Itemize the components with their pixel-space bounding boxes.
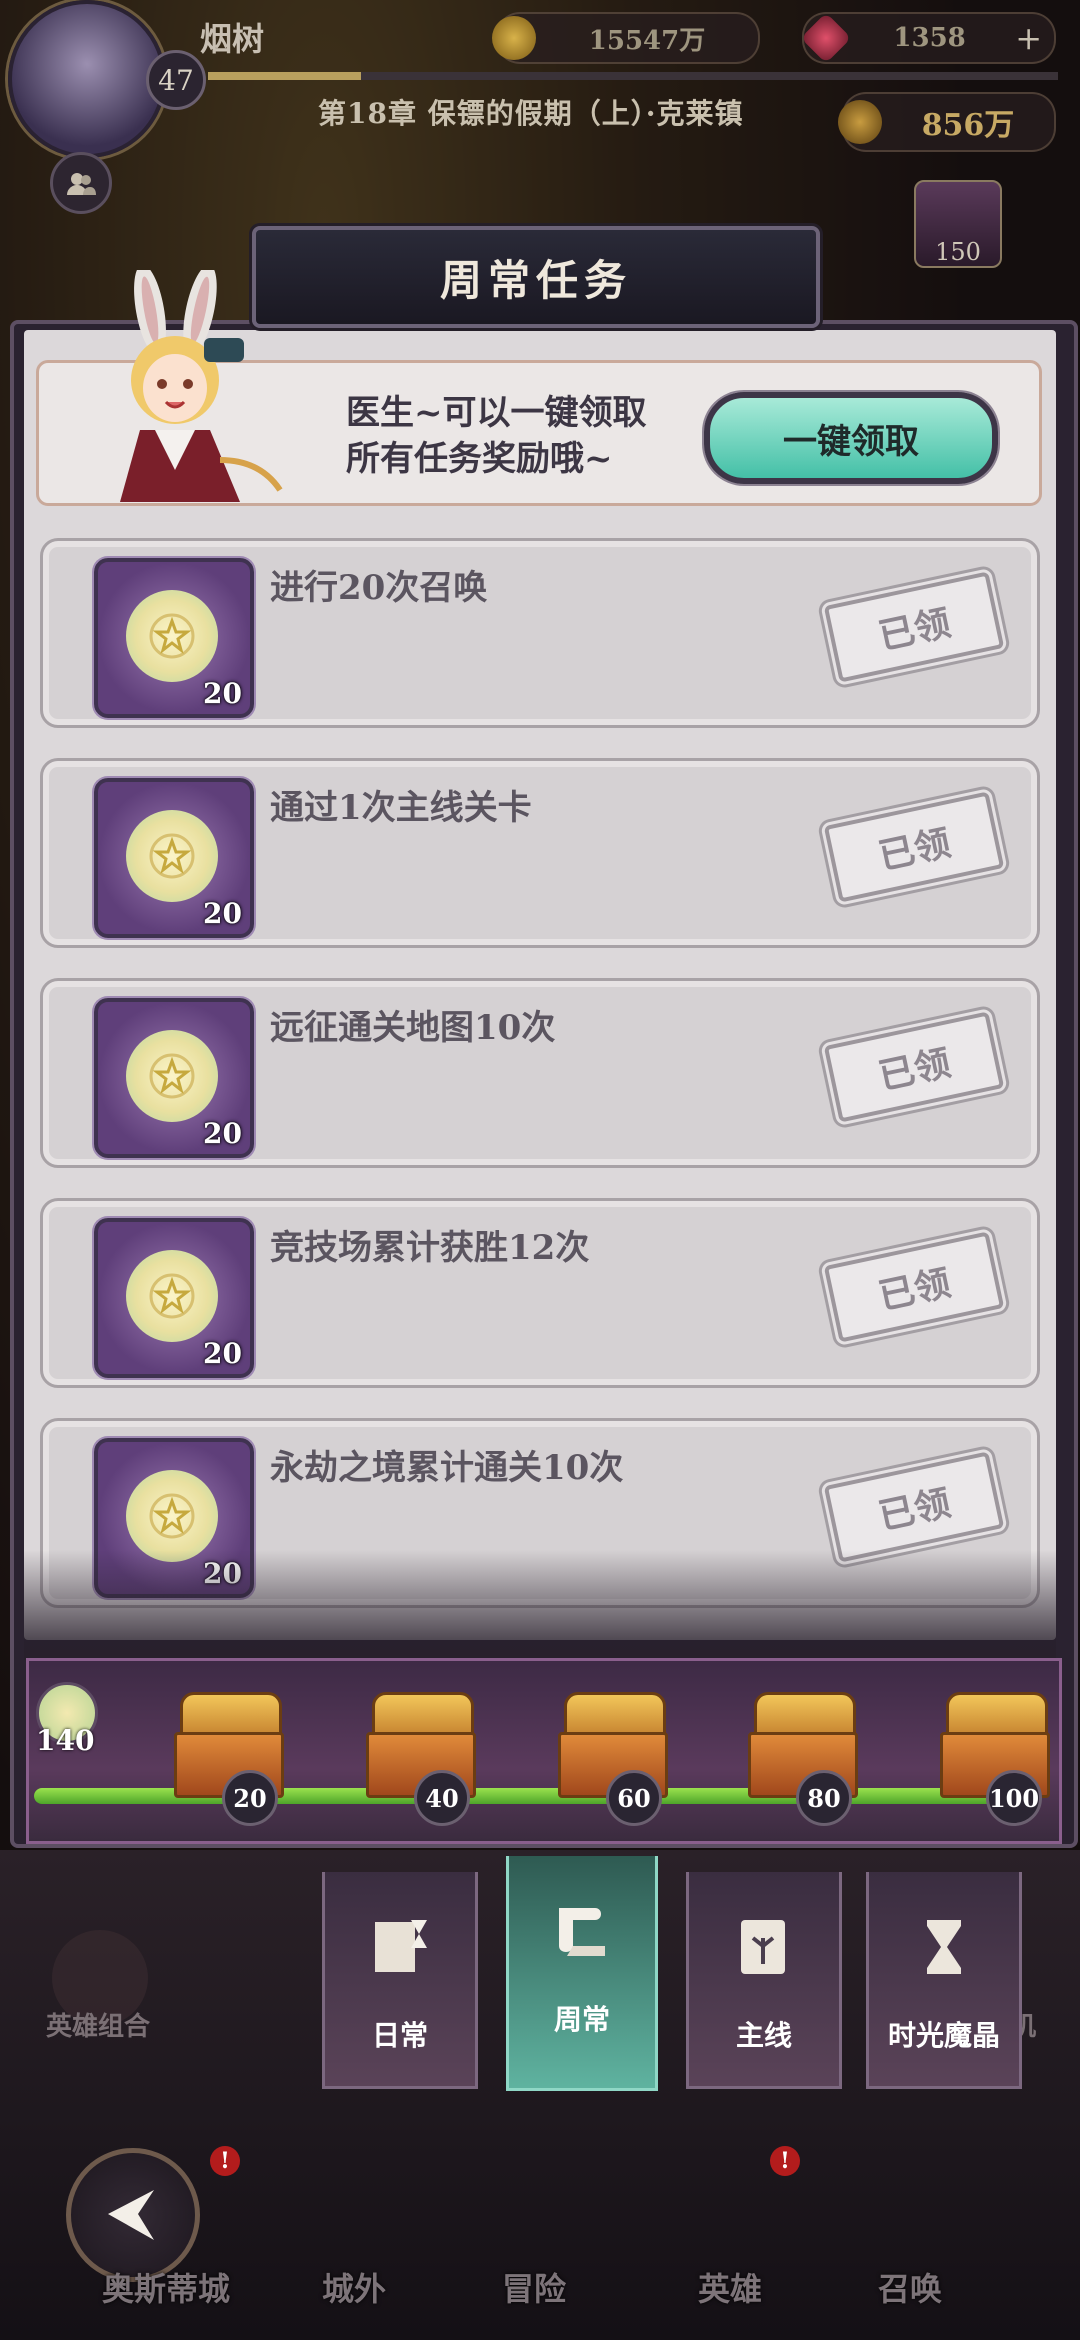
promo-line-1: 医生~可以一键领取 bbox=[346, 393, 647, 433]
panel-title-banner: 周常任务 bbox=[252, 226, 820, 328]
reward-item[interactable]: 20 bbox=[94, 778, 254, 938]
gem-icon bbox=[800, 12, 852, 64]
nav-heroes[interactable]: 英雄 bbox=[698, 2264, 762, 2310]
tab-main-label: 主线 bbox=[735, 2019, 792, 2052]
chapter-title[interactable]: 第18章 保镖的假期（上）·克莱镇 bbox=[318, 92, 743, 132]
alert-badge: ! bbox=[770, 2146, 800, 2176]
tab-weekly-label: 周常 bbox=[553, 2003, 610, 2036]
nav-ostia-city[interactable]: 奥斯蒂城 bbox=[102, 2264, 230, 2310]
reward-quantity: 20 bbox=[203, 1337, 242, 1370]
reward-card[interactable]: 150 bbox=[914, 180, 1002, 268]
scroll-hourglass-icon bbox=[365, 1912, 435, 1982]
tab-time-crystal[interactable]: 时光魔晶 bbox=[866, 1872, 1022, 2089]
points-count: 140 bbox=[36, 1724, 95, 1757]
power-icon bbox=[838, 100, 882, 144]
milestone-value: 20 bbox=[222, 1770, 278, 1826]
friends-icon bbox=[67, 173, 96, 195]
star-coin-icon bbox=[126, 1470, 218, 1562]
tab-daily[interactable]: 日常 bbox=[322, 1872, 478, 2089]
task-label: 永劫之境累计通关10次 bbox=[270, 1448, 624, 1488]
panel-title: 周常任务 bbox=[439, 255, 632, 305]
star-coin-icon bbox=[126, 1250, 218, 1342]
star-coin-icon bbox=[126, 810, 218, 902]
add-gems-icon[interactable]: + bbox=[1015, 19, 1042, 57]
bunny-girl-mascot-icon bbox=[120, 270, 283, 502]
star-coin-icon bbox=[126, 1030, 218, 1122]
task-row: 20 竞技场累计获胜12次 已领 bbox=[40, 1198, 1040, 1388]
player-name: 烟树 bbox=[200, 20, 265, 58]
nav-outskirts[interactable]: 城外 bbox=[322, 2264, 386, 2310]
milestone-value: 80 bbox=[796, 1770, 852, 1826]
power-value: 856万 bbox=[921, 108, 1015, 143]
gem-value: 1358 bbox=[893, 23, 966, 53]
task-label: 远征通关地图10次 bbox=[270, 1008, 556, 1048]
reward-item[interactable]: 20 bbox=[94, 998, 254, 1158]
nav-adventure[interactable]: 冒险 bbox=[502, 2264, 566, 2310]
reward-quantity: 20 bbox=[203, 897, 242, 930]
hero-combo-label: 英雄组合 bbox=[46, 2012, 151, 2042]
claim-all-button[interactable]: 一键领取 bbox=[704, 392, 998, 484]
player-level: 47 bbox=[146, 50, 206, 110]
tab-daily-label: 日常 bbox=[371, 2019, 428, 2052]
gold-counter[interactable]: 15547万 bbox=[492, 12, 760, 64]
task-row: 20 进行20次召唤 已领 bbox=[40, 538, 1040, 728]
reward-quantity: 20 bbox=[203, 677, 242, 710]
exp-bar bbox=[208, 72, 1058, 80]
gold-coin-icon bbox=[492, 16, 536, 60]
milestone-value: 60 bbox=[606, 1770, 662, 1826]
reward-item[interactable]: 20 bbox=[94, 1218, 254, 1378]
back-button[interactable] bbox=[66, 2148, 200, 2282]
reward-item[interactable]: 20 bbox=[94, 558, 254, 718]
gold-value: 15547万 bbox=[588, 25, 706, 56]
reward-quantity: 20 bbox=[203, 1117, 242, 1150]
scroll-icon bbox=[547, 1896, 617, 1966]
book-tree-icon bbox=[729, 1912, 799, 1982]
milestone-value: 40 bbox=[414, 1770, 470, 1826]
gem-counter[interactable]: 1358 + bbox=[800, 12, 1056, 64]
task-label: 进行20次召唤 bbox=[270, 568, 488, 608]
player-avatar[interactable] bbox=[8, 0, 166, 158]
promo-line-2: 所有任务奖励哦~ bbox=[346, 439, 613, 479]
tab-weekly[interactable]: 周常 bbox=[506, 1856, 658, 2091]
list-fade bbox=[24, 1550, 1056, 1660]
star-coin-icon bbox=[126, 590, 218, 682]
task-row: 20 通过1次主线关卡 已领 bbox=[40, 758, 1040, 948]
milestone-value: 100 bbox=[986, 1770, 1042, 1826]
friends-button[interactable] bbox=[50, 152, 112, 214]
nav-summon[interactable]: 召唤 bbox=[878, 2264, 942, 2310]
task-label: 通过1次主线关卡 bbox=[270, 788, 532, 828]
task-row: 20 远征通关地图10次 已领 bbox=[40, 978, 1040, 1168]
task-label: 竞技场累计获胜12次 bbox=[270, 1228, 590, 1268]
power-counter[interactable]: 856万 bbox=[838, 92, 1056, 152]
hourglass-icon bbox=[909, 1912, 979, 1982]
tab-time-crystal-label: 时光魔晶 bbox=[887, 2019, 1000, 2052]
tab-main[interactable]: 主线 bbox=[686, 1872, 842, 2089]
top-bar: 47 烟树 第18章 保镖的假期（上）·克莱镇 15547万 1358 + 85… bbox=[0, 0, 1080, 268]
promo-message: 医生~可以一键领取 所有任务奖励哦~ bbox=[346, 390, 706, 482]
alert-badge: ! bbox=[210, 2146, 240, 2176]
back-arrow-icon bbox=[108, 2190, 154, 2240]
reward-card-count: 150 bbox=[935, 238, 981, 266]
